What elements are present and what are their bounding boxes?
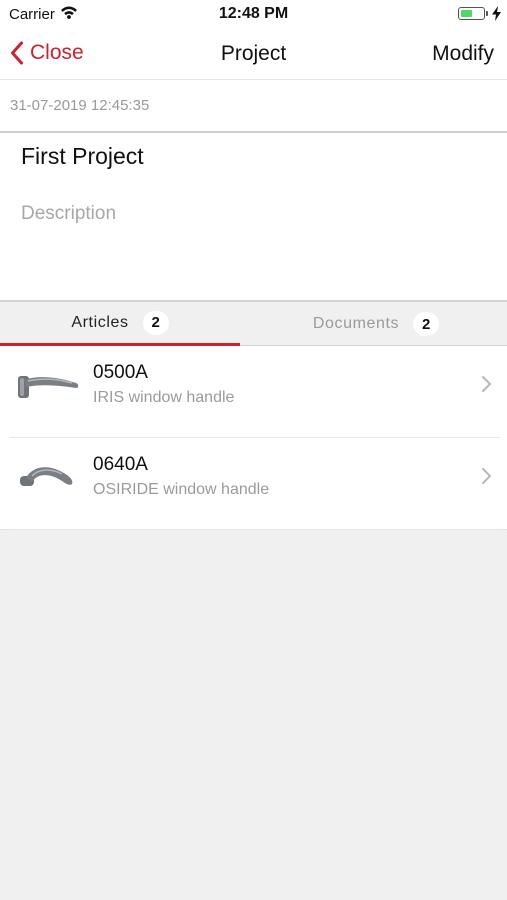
project-name: First Project [21, 143, 144, 169]
clock: 12:48 PM [218, 5, 289, 22]
navigation-bar: Close Project Modify [0, 28, 507, 80]
window-handle-icon [20, 467, 73, 486]
tab-documents[interactable]: Documents 2 [245, 302, 507, 346]
article-code: 0640A [93, 454, 148, 475]
articles-list: 0500A IRIS window handle 0640A OSIRIDE w… [0, 346, 507, 530]
chevron-right-icon [482, 468, 491, 484]
bolt-icon [492, 6, 501, 21]
row-divider [9, 529, 500, 530]
battery-cap [486, 11, 488, 16]
list-item[interactable]: 0640A OSIRIDE window handle [0, 438, 507, 530]
list-item[interactable]: 0500A IRIS window handle [0, 346, 507, 438]
tab-documents-label: Documents [312, 315, 400, 332]
chevron-left-icon [11, 41, 23, 65]
project-date-row: 31-07-2019 12:45:35 [0, 80, 507, 133]
status-bar: Carrier 12:48 PM [0, 0, 507, 28]
close-label: Close [30, 41, 84, 64]
battery-level [460, 9, 473, 17]
article-code: 0500A [93, 362, 148, 383]
project-description[interactable]: Description [21, 203, 116, 225]
battery-icon [458, 7, 485, 20]
project-date: 31-07-2019 12:45:35 [10, 97, 150, 114]
modify-button[interactable]: Modify [432, 42, 494, 66]
article-name: IRIS window handle [93, 389, 235, 406]
tab-documents-count: 2 [413, 312, 440, 336]
tab-articles-label: Articles [71, 313, 129, 331]
tab-articles-count: 2 [142, 310, 169, 335]
chevron-right-icon [482, 376, 491, 392]
segment-tabs: Articles 2 Documents 2 [0, 300, 507, 346]
close-button[interactable]: Close [10, 38, 84, 68]
article-name: OSIRIDE window handle [93, 481, 270, 498]
tab-articles[interactable]: Articles 2 [0, 302, 240, 346]
window-handle-icon [18, 376, 79, 398]
project-details: First Project Description [0, 133, 507, 300]
